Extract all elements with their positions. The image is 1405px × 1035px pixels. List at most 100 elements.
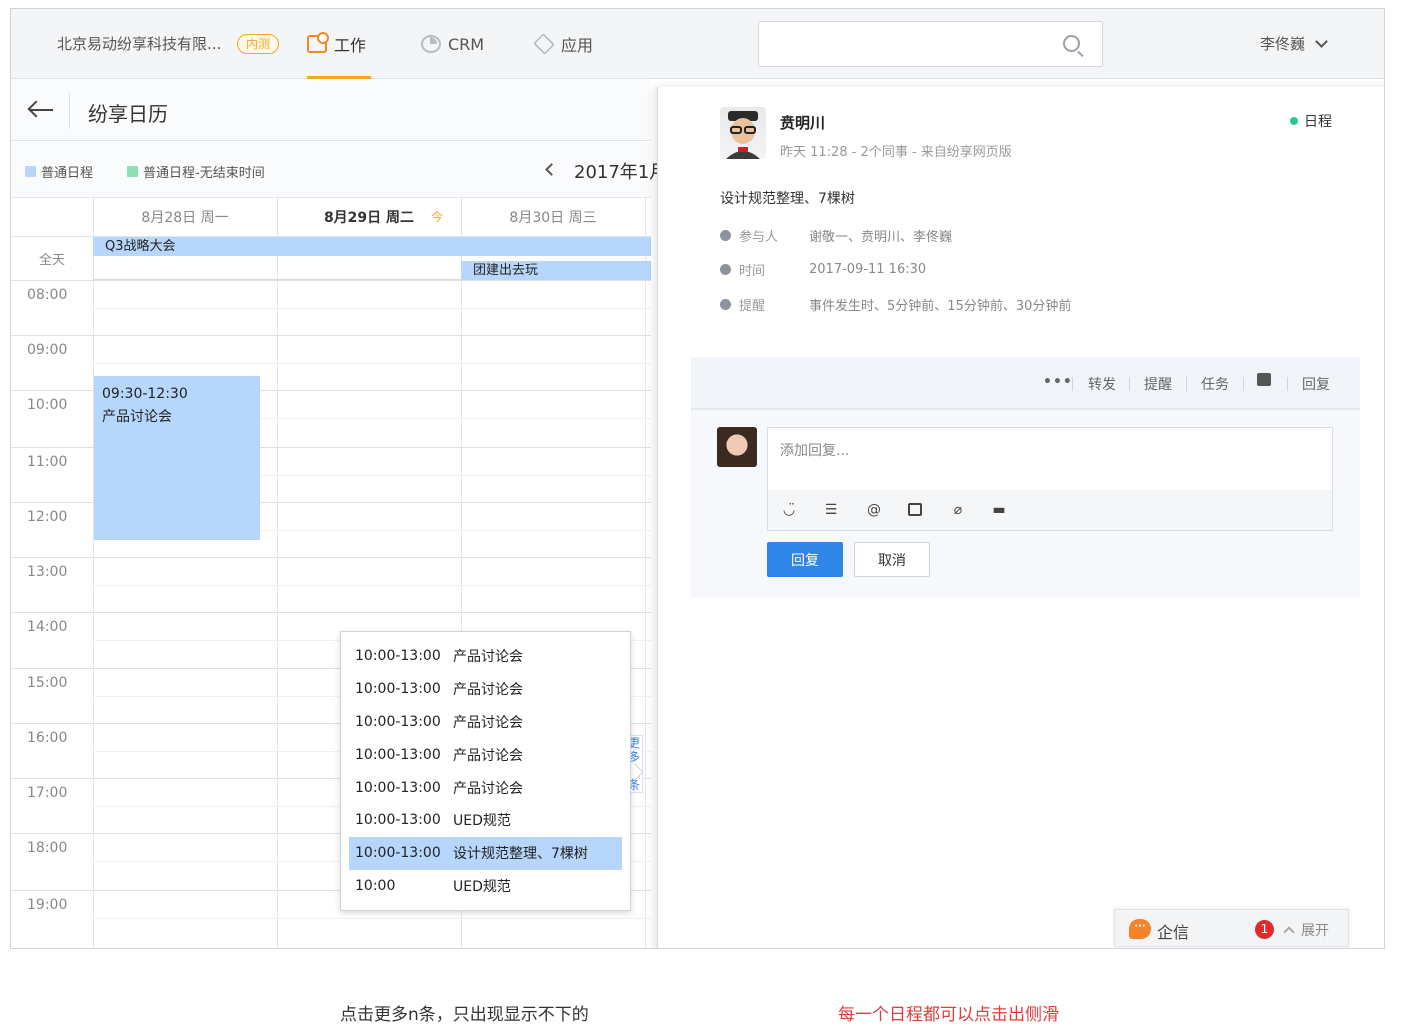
chat-bubble-icon: ···	[1129, 919, 1151, 939]
attachment-icon[interactable]: ⌀	[949, 501, 967, 519]
popup-event-item[interactable]: 10:00-13:00 产品讨论会	[349, 771, 622, 804]
hour-label: 12:00	[27, 509, 68, 525]
reply-tab-button[interactable]: 回复	[1302, 374, 1330, 394]
popup-event-item[interactable]: 10:00-13:00 UED规范	[349, 804, 622, 837]
search-input[interactable]	[759, 22, 1059, 66]
popup-event-item[interactable]: 10:00-13:00 产品讨论会	[349, 738, 622, 771]
divider	[1072, 377, 1073, 391]
hour-row[interactable]: 13:00	[11, 557, 651, 612]
half-hour-line	[93, 918, 651, 919]
detail-value: 事件发生时、5分钟前、15分钟前、30分钟前	[809, 299, 1072, 314]
hour-label: 09:00	[27, 342, 68, 358]
company-name[interactable]: 北京易动纷享科技有限...	[57, 33, 221, 54]
event-title: 设计规范整理、7棵树	[720, 191, 855, 207]
popup-event-time: 10:00	[355, 877, 396, 894]
legend-label: 普通日程	[41, 166, 94, 181]
hour-label: 11:00	[27, 454, 68, 470]
forward-button[interactable]: 转发	[1088, 374, 1116, 394]
popup-event-time: 10:00-13:00	[355, 746, 441, 763]
work-icon	[307, 32, 329, 53]
search-box	[758, 21, 1103, 67]
half-hour-line	[93, 363, 651, 364]
cancel-reply-button[interactable]: 取消	[854, 542, 930, 577]
popup-event-title: 设计规范整理、7棵树	[453, 846, 588, 863]
submit-reply-button[interactable]: 回复	[767, 542, 843, 577]
detail-row-participants: 参与人 谢敬一、贲明川、李佟巍	[720, 226, 952, 245]
popup-event-item[interactable]: 10:00-13:00 产品讨论会	[349, 706, 622, 739]
popup-event-item[interactable]: 10:00-13:00 设计规范整理、7棵树	[349, 836, 622, 870]
search-icon[interactable]	[1063, 35, 1080, 52]
popup-event-item[interactable]: 10:00 UED规范	[349, 870, 622, 903]
detail-label: 参与人	[739, 230, 779, 245]
event-title: 产品讨论会	[102, 409, 172, 425]
popup-event-item[interactable]: 10:00-13:00 产品讨论会	[349, 673, 622, 706]
day-header-label: 8月28日 周一	[141, 210, 229, 226]
tab-crm-label: CRM	[448, 34, 485, 54]
page-title: 纷享日历	[88, 102, 168, 126]
prev-month-button[interactable]	[543, 163, 555, 175]
calendar-event[interactable]: 09:30-12:30 产品讨论会	[94, 376, 260, 540]
detail-row-remind: 提醒 事件发生时、5分钟前、15分钟前、30分钟前	[720, 295, 1071, 314]
emoji-icon[interactable]: ◡̈	[780, 501, 798, 519]
user-menu[interactable]: 李佟巍	[1260, 33, 1328, 54]
remind-button[interactable]: 提醒	[1144, 374, 1172, 394]
legend-item-normal: 普通日程	[25, 162, 93, 181]
keyboard-icon[interactable]: ▬	[990, 501, 1008, 519]
divider	[1186, 377, 1187, 391]
chevron-down-icon	[1315, 35, 1328, 48]
detail-label: 时间	[739, 264, 766, 279]
hour-label: 19:00	[27, 897, 68, 913]
task-button[interactable]: 任务	[1201, 374, 1229, 394]
day-header[interactable]: 8月30日 周三	[461, 198, 645, 236]
day-header-label: 8月30日 周三	[509, 210, 597, 226]
reply-box: ◡̈ ☰ @ ⌀ ▬	[767, 427, 1333, 531]
popup-event-title: 产品讨论会	[453, 682, 523, 699]
tab-apps-label: 应用	[561, 36, 594, 55]
tab-work[interactable]: 工作	[307, 9, 371, 79]
detail-value: 2017-09-11 16:30	[809, 262, 927, 277]
popup-event-time: 10:00-13:00	[355, 779, 441, 796]
allday-event[interactable]: Q3战略大会	[93, 237, 651, 256]
beta-badge: 内测	[237, 34, 280, 54]
avatar[interactable]	[720, 107, 766, 159]
like-button[interactable]	[1257, 373, 1271, 390]
expand-button[interactable]: 展开	[1281, 920, 1329, 940]
event-time: 09:30-12:30	[102, 386, 188, 402]
divider	[1243, 377, 1244, 391]
annotation-note: 每一个日程都可以点击出侧滑	[838, 1005, 1059, 1025]
calendar-header: 纷享日历	[11, 79, 651, 141]
popup-event-time: 10:00-13:00	[355, 713, 441, 730]
day-header[interactable]: 8月28日 周一	[93, 198, 277, 236]
half-hour-line	[93, 308, 651, 309]
event-detail-panel: 贲明川 昨天 11:28 - 2个同事 - 来自纷享网页版 日程 设计规范整理、…	[657, 87, 1384, 948]
half-hour-line	[93, 585, 651, 586]
popup-event-item[interactable]: 10:00-13:00 产品讨论会	[349, 640, 622, 673]
user-name: 李佟巍	[1260, 35, 1306, 53]
clock-icon	[720, 264, 731, 275]
hour-label: 16:00	[27, 730, 68, 746]
tab-apps[interactable]: 应用	[533, 9, 610, 79]
type-badge: 日程	[1290, 111, 1332, 131]
app-window: 北京易动纷享科技有限... 内测 工作 CRM 应用 李佟巍 纷享日历 普通日程…	[10, 8, 1385, 949]
image-icon[interactable]	[906, 501, 924, 519]
hour-row[interactable]: 08:00	[11, 280, 651, 335]
reply-area: ◡̈ ☰ @ ⌀ ▬ 回复 取消	[691, 410, 1360, 598]
divider	[1287, 377, 1288, 391]
more-actions-button[interactable]: •••	[1043, 374, 1073, 390]
apps-cube-icon	[533, 33, 555, 55]
hour-label: 10:00	[27, 397, 68, 413]
detail-row-time: 时间 2017-09-11 16:30	[720, 260, 926, 279]
allday-event[interactable]: 团建出去玩	[461, 261, 651, 280]
type-label: 日程	[1304, 114, 1332, 130]
reply-input[interactable]	[768, 428, 1332, 490]
tab-work-label: 工作	[334, 36, 367, 55]
arrow-left-icon-head	[27, 100, 45, 118]
chat-widget[interactable]: ··· 企信 1 展开	[1114, 909, 1349, 947]
back-button[interactable]	[27, 97, 57, 123]
day-header-today[interactable]: 8月29日 周二 今	[277, 198, 461, 236]
mention-icon[interactable]: @	[865, 501, 883, 519]
hour-label: 08:00	[27, 287, 68, 303]
tab-crm[interactable]: CRM	[421, 9, 495, 79]
post-author[interactable]: 贲明川	[780, 112, 825, 133]
list-icon[interactable]: ☰	[822, 501, 840, 519]
